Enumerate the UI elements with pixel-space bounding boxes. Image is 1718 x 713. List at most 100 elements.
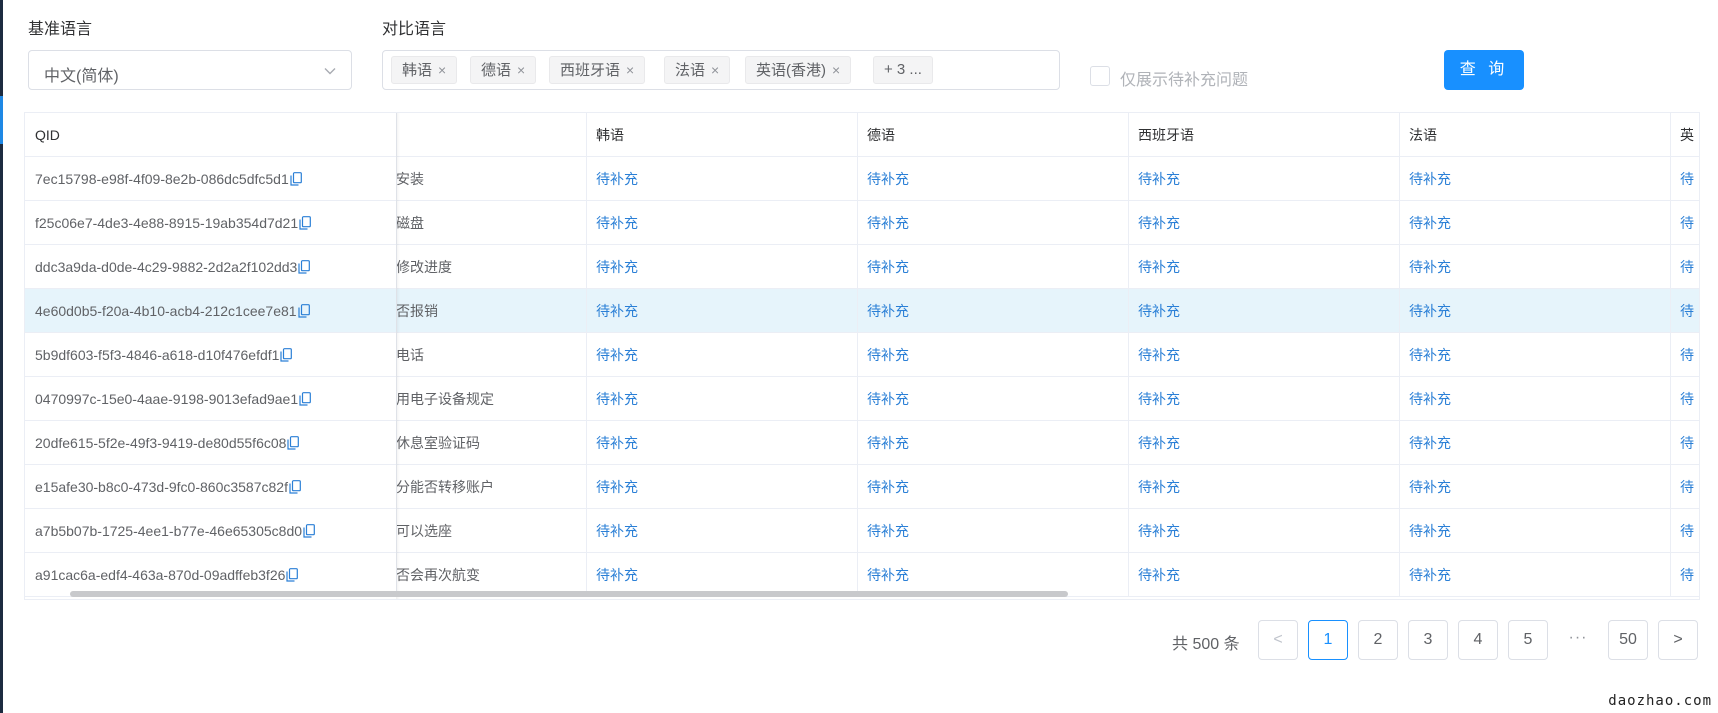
copy-icon[interactable] <box>297 291 310 333</box>
pending-translation-link[interactable]: 待 <box>1670 157 1699 201</box>
table-row[interactable]: 0470997c-15e0-4aae-9198-9013efad9ae1 用电子设… <box>25 377 1699 421</box>
query-button[interactable]: 查 询 <box>1444 50 1524 90</box>
pending-translation-link[interactable]: 待补充 <box>857 245 1128 289</box>
pending-translation-link[interactable]: 待补充 <box>586 509 857 553</box>
pending-translation-link[interactable]: 待补充 <box>1399 421 1670 465</box>
pending-translation-link[interactable]: 待补充 <box>1128 289 1399 333</box>
pending-translation-link[interactable]: 待补充 <box>857 377 1128 421</box>
only-pending-checkbox[interactable] <box>1090 66 1110 86</box>
pagination-ellipsis[interactable]: ··· <box>1558 620 1598 660</box>
compare-tag[interactable]: 西班牙语 × <box>549 56 646 84</box>
pending-translation-link[interactable]: 待补充 <box>586 289 857 333</box>
copy-icon[interactable] <box>303 511 315 553</box>
pending-translation-link[interactable]: 待 <box>1670 377 1699 421</box>
column-divider <box>1399 377 1400 421</box>
pending-translation-link[interactable]: 待补充 <box>1399 377 1670 421</box>
copy-icon[interactable] <box>290 159 302 201</box>
copy-icon[interactable] <box>287 423 300 465</box>
pending-translation-link[interactable]: 待补充 <box>586 245 857 289</box>
page-button-3[interactable]: 3 <box>1408 620 1448 660</box>
pending-translation-link[interactable]: 待补充 <box>857 509 1128 553</box>
pending-translation-link[interactable]: 待补充 <box>586 421 857 465</box>
pending-translation-link[interactable]: 待补充 <box>1128 553 1399 597</box>
prev-page-button[interactable]: < <box>1258 620 1298 660</box>
close-icon[interactable]: × <box>711 57 719 83</box>
pending-translation-link[interactable]: 待补充 <box>1399 509 1670 553</box>
copy-icon[interactable] <box>298 247 311 289</box>
close-icon[interactable]: × <box>626 57 634 83</box>
compare-tag[interactable]: 德语 × <box>470 56 537 84</box>
compare-tag[interactable]: 韩语 × <box>391 56 458 84</box>
close-icon[interactable]: × <box>832 57 840 83</box>
comparison-table: QID 韩语 德语 西班牙语 法语 英 7ec15798-e98f-4f09-8e2b-0… <box>24 112 1700 600</box>
pending-translation-link[interactable]: 待补充 <box>1128 465 1399 509</box>
table-row[interactable]: a7b5b07b-1725-4ee1-b77e-46e65305c8d0 可以选座… <box>25 509 1699 553</box>
pending-translation-link[interactable]: 待补充 <box>857 201 1128 245</box>
page-button-last[interactable]: 50 <box>1608 620 1648 660</box>
table-row[interactable]: 7ec15798-e98f-4f09-8e2b-086dc5dfc5d1 安装 待补… <box>25 157 1699 201</box>
pending-translation-link[interactable]: 待补充 <box>1399 157 1670 201</box>
pending-translation-link[interactable]: 待 <box>1670 421 1699 465</box>
pending-translation-link[interactable]: 待补充 <box>1399 333 1670 377</box>
pending-translation-link[interactable]: 待补充 <box>1399 465 1670 509</box>
pending-translation-link[interactable]: 待 <box>1670 553 1699 597</box>
pending-translation-link[interactable]: 待补充 <box>857 421 1128 465</box>
pending-translation-link[interactable]: 待补充 <box>586 377 857 421</box>
page-button-5[interactable]: 5 <box>1508 620 1548 660</box>
horizontal-scrollbar[interactable] <box>70 591 1068 597</box>
table-row[interactable]: e15afe30-b8c0-473d-9fc0-860c3587c82f 分能否转… <box>25 465 1699 509</box>
copy-icon[interactable] <box>289 467 301 509</box>
pending-translation-link[interactable]: 待补充 <box>1128 421 1399 465</box>
column-divider <box>1399 289 1400 333</box>
pending-translation-link[interactable]: 待补充 <box>586 333 857 377</box>
page-button-4[interactable]: 4 <box>1458 620 1498 660</box>
pending-translation-link[interactable]: 待 <box>1670 509 1699 553</box>
base-language-select[interactable]: 中文(简体) <box>28 50 352 90</box>
table-row[interactable]: 5b9df603-f5f3-4846-a618-d10f476efdf1 电话 待补… <box>25 333 1699 377</box>
page-button-2[interactable]: 2 <box>1358 620 1398 660</box>
pending-translation-link[interactable]: 待补充 <box>586 157 857 201</box>
table-row[interactable]: 20dfe615-5f2e-49f3-9419-de80d55f6c08 休息室验… <box>25 421 1699 465</box>
compare-tag[interactable]: 法语 × <box>664 56 731 84</box>
page-button-1[interactable]: 1 <box>1308 620 1348 660</box>
pending-translation-link[interactable]: 待补充 <box>1128 245 1399 289</box>
pending-translation-link[interactable]: 待补充 <box>1128 377 1399 421</box>
table-row[interactable]: 4e60d0b5-f20a-4b10-acb4-212c1cee7e81 否报销 待… <box>25 289 1699 333</box>
pending-translation-link[interactable]: 待补充 <box>857 465 1128 509</box>
pending-translation-link[interactable]: 待补充 <box>1399 245 1670 289</box>
pending-translation-link[interactable]: 待 <box>1670 333 1699 377</box>
column-divider <box>1128 509 1129 553</box>
next-page-button[interactable]: > <box>1658 620 1698 660</box>
pending-translation-link[interactable]: 待补充 <box>857 289 1128 333</box>
pending-translation-link[interactable]: 待补充 <box>857 157 1128 201</box>
pending-translation-link[interactable]: 待补充 <box>1399 201 1670 245</box>
pending-translation-link[interactable]: 待补充 <box>1128 157 1399 201</box>
compare-language-label: 对比语言 <box>382 21 447 38</box>
pending-translation-link[interactable]: 待 <box>1670 289 1699 333</box>
compare-tag[interactable]: 英语(香港) × <box>745 56 852 84</box>
more-tags-collapsed[interactable]: + 3 ... <box>873 56 933 84</box>
pending-translation-link[interactable]: 待 <box>1670 465 1699 509</box>
only-pending-label[interactable]: 仅展示待补充问题 <box>1120 66 1248 90</box>
table-row[interactable]: f25c06e7-4de3-4e88-8915-19ab354d7d21 磁盘 待补… <box>25 201 1699 245</box>
pending-translation-link[interactable]: 待补充 <box>1128 333 1399 377</box>
copy-icon[interactable] <box>299 203 312 245</box>
copy-icon[interactable] <box>299 379 312 421</box>
pending-translation-link[interactable]: 待补充 <box>586 465 857 509</box>
pending-translation-link[interactable]: 待 <box>1670 245 1699 289</box>
qid-cell: 20dfe615-5f2e-49f3-9419-de80d55f6c08 <box>25 421 396 465</box>
column-divider <box>857 465 858 509</box>
pending-translation-link[interactable]: 待补充 <box>1399 553 1670 597</box>
close-icon[interactable]: × <box>438 57 446 83</box>
pending-translation-link[interactable]: 待补充 <box>1128 509 1399 553</box>
pending-translation-link[interactable]: 待补充 <box>586 201 857 245</box>
copy-icon[interactable] <box>280 335 293 377</box>
pending-translation-link[interactable]: 待补充 <box>1128 201 1399 245</box>
pending-translation-link[interactable]: 待补充 <box>857 333 1128 377</box>
pending-translation-link[interactable]: 待补充 <box>1399 289 1670 333</box>
compare-language-select[interactable]: 韩语 × 德语 × 西班牙语 × 法语 × 英语(香港) × + 3 ... <box>382 50 1060 90</box>
pending-translation-link[interactable]: 待 <box>1670 201 1699 245</box>
column-divider <box>1670 509 1671 553</box>
table-row[interactable]: ddc3a9da-d0de-4c29-9882-2d2a2f102dd3 修改进度… <box>25 245 1699 289</box>
close-icon[interactable]: × <box>517 57 525 83</box>
